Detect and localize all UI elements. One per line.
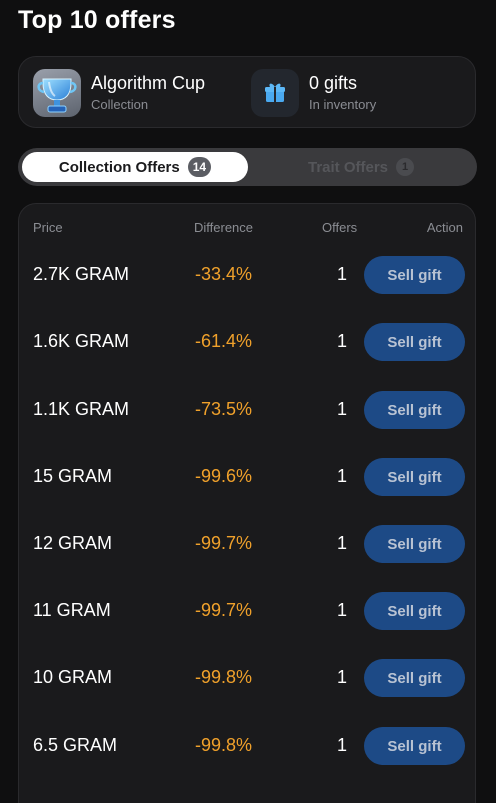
offer-count: 1 [337, 466, 348, 486]
tab-trait-offers[interactable]: Trait Offers 1 [250, 152, 472, 182]
offer-count: 1 [337, 399, 348, 419]
table-row: 1.1K GRAM -73.5% 1 Sell gift [19, 390, 477, 430]
offer-difference: -99.8% [195, 667, 253, 687]
trophy-icon [33, 69, 81, 117]
inventory-label: In inventory [309, 97, 377, 112]
offer-difference: -99.8% [195, 735, 253, 755]
collection-type-label: Collection [91, 97, 149, 112]
tab-collection-offers[interactable]: Collection Offers 14 [22, 152, 248, 182]
offer-price: 1.1K GRAM [33, 399, 130, 419]
inventory-info[interactable]: 0 gifts In inventory [251, 69, 376, 117]
collection-name: Algorithm Cup [91, 73, 206, 93]
table-row: 6.5 GRAM -99.8% 1 Sell gift [19, 726, 477, 766]
page-title: Top 10 offers [18, 6, 176, 34]
inventory-count: 0 gifts [309, 73, 358, 93]
sell-gift-button[interactable]: Sell gift [364, 458, 465, 496]
offer-difference: -61.4% [195, 331, 253, 351]
sell-gift-button[interactable]: Sell gift [364, 659, 465, 697]
offer-difference: -99.7% [195, 533, 253, 553]
column-header-difference: Difference [194, 220, 254, 235]
table-row: 10 GRAM -99.8% 1 Sell gift [19, 658, 477, 698]
sell-gift-button[interactable]: Sell gift [364, 323, 465, 361]
offer-price: 15 GRAM [33, 466, 113, 486]
offer-count: 1 [337, 331, 348, 351]
offers-tab-switcher: Collection Offers 14 Trait Offers 1 [18, 148, 477, 186]
offer-price: 6.5 GRAM [33, 735, 118, 755]
tab-trait-offers-label: Trait Offers [307, 158, 389, 176]
tab-collection-offers-count: 14 [187, 157, 212, 177]
offer-difference: -33.4% [195, 264, 253, 284]
offer-count: 1 [337, 735, 348, 755]
offer-difference: -99.6% [195, 466, 253, 486]
tab-trait-offers-count: 1 [396, 158, 415, 176]
sell-gift-button[interactable]: Sell gift [364, 727, 465, 765]
column-header-offers: Offers [322, 220, 358, 235]
offer-count: 1 [337, 533, 348, 553]
table-row: 1.6K GRAM -61.4% 1 Sell gift [19, 322, 477, 362]
offer-price: 10 GRAM [33, 667, 113, 687]
table-row: 15 GRAM -99.6% 1 Sell gift [19, 457, 477, 497]
offer-count: 1 [337, 264, 348, 284]
column-header-action: Action [426, 220, 463, 235]
offer-difference: -73.5% [195, 399, 253, 419]
column-header-price: Price [33, 220, 63, 235]
gift-icon [251, 69, 299, 117]
sell-gift-button[interactable]: Sell gift [364, 256, 465, 294]
tab-collection-offers-label: Collection Offers [58, 158, 180, 176]
table-row: 12 GRAM -99.7% 1 Sell gift [19, 524, 477, 564]
offer-count: 1 [337, 600, 348, 620]
table-row: 11 GRAM -99.7% 1 Sell gift [19, 591, 477, 631]
offers-table: Price Difference Offers Action 2.7K GRAM… [18, 203, 476, 803]
offer-price: 1.6K GRAM [33, 331, 130, 351]
offer-difference: -99.7% [195, 600, 253, 620]
table-row: 2.7K GRAM -33.4% 1 Sell gift [19, 255, 477, 295]
sell-gift-button[interactable]: Sell gift [364, 391, 465, 429]
sell-gift-button[interactable]: Sell gift [364, 525, 465, 563]
offer-price: 11 GRAM [33, 600, 111, 620]
offer-price: 2.7K GRAM [33, 264, 130, 284]
offer-count: 1 [337, 667, 348, 687]
collection-info[interactable]: Algorithm Cup Collection [33, 69, 205, 117]
sell-gift-button[interactable]: Sell gift [364, 592, 465, 630]
offer-price: 12 GRAM [33, 533, 113, 553]
collection-summary-card: Algorithm Cup Collection 0 gifts In inve… [18, 56, 476, 128]
